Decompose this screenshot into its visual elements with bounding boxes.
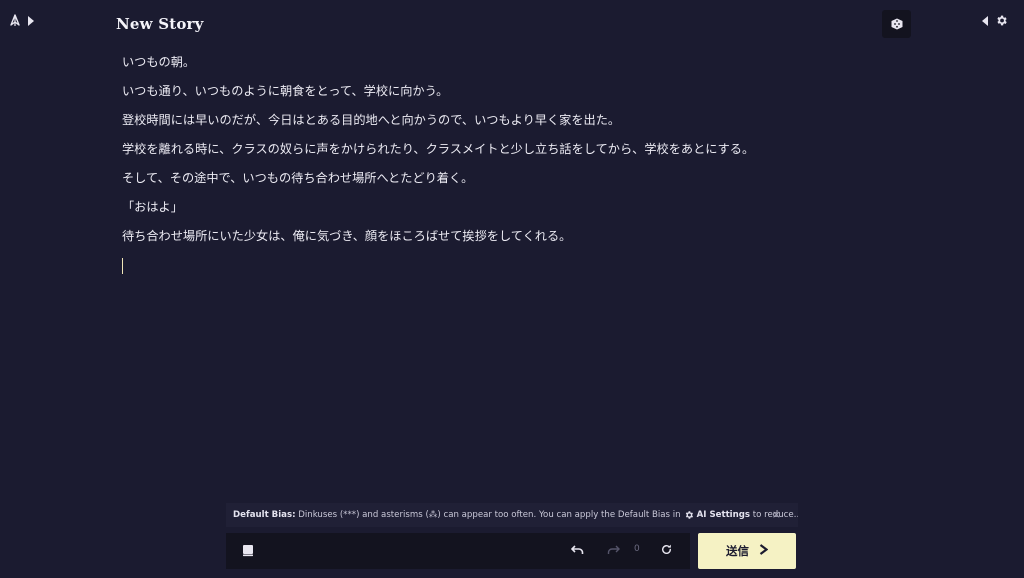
send-button[interactable]: 送信 (698, 533, 796, 569)
story-paragraph: そして、その途中で、いつもの待ち合わせ場所へとたどり着く。 (122, 171, 474, 185)
notice-text: Dinkuses (***) and asterisms (⁂) can app… (298, 510, 681, 520)
story-title[interactable]: New Story (116, 15, 204, 33)
lorebook-icon[interactable] (242, 544, 254, 557)
text-caret (122, 258, 123, 274)
dice-button[interactable] (882, 10, 911, 38)
story-paragraph: いつもの朝。 (122, 55, 196, 69)
send-label: 送信 (726, 544, 749, 558)
story-paragraph: 学校を離れる時に、クラスの奴らに声をかけられたり、クラスメイトと少し立ち話をして… (122, 142, 755, 156)
bottom-toolbar: 0 (226, 533, 690, 569)
story-paragraph: いつも通り、いつものように朝食をとって、学校に向かう。 (122, 84, 449, 98)
story-paragraph: 待ち合わせ場所にいた少女は、俺に気づき、顔をほころばせて挨拶をしてくれる。 (122, 229, 572, 243)
expand-right-icon[interactable] (27, 15, 35, 26)
notice-label: Default Bias: (233, 510, 296, 520)
undo-icon[interactable] (571, 544, 584, 556)
settings-gear-icon (684, 510, 694, 520)
left-nav (9, 14, 35, 27)
default-bias-notice: Default Bias: Dinkuses (***) and asteris… (226, 503, 798, 527)
close-notice-button[interactable]: × (772, 508, 781, 521)
redo-count: 0 (634, 544, 640, 554)
dice-icon (891, 15, 903, 34)
story-paragraph: 「おはよ」 (122, 200, 183, 214)
collapse-left-icon[interactable] (981, 15, 989, 26)
redo-icon[interactable] (607, 544, 620, 556)
logo-icon[interactable] (9, 14, 21, 27)
ai-settings-link[interactable]: AI Settings (697, 510, 750, 520)
gear-icon[interactable] (995, 14, 1008, 27)
editor-app: New Story いつもの朝。 いつも通り、いつものように朝食をとって、学校に… (0, 0, 1024, 578)
send-arrow-icon (759, 544, 769, 558)
retry-icon[interactable] (660, 543, 673, 556)
right-nav (981, 14, 1008, 27)
story-paragraph: 登校時間には早いのだが、今日はとある目的地へと向かうので、いつもより早く家を出た… (122, 113, 621, 127)
story-text-area[interactable]: いつもの朝。 いつも通り、いつものように朝食をとって、学校に向かう。 登校時間に… (122, 52, 882, 255)
